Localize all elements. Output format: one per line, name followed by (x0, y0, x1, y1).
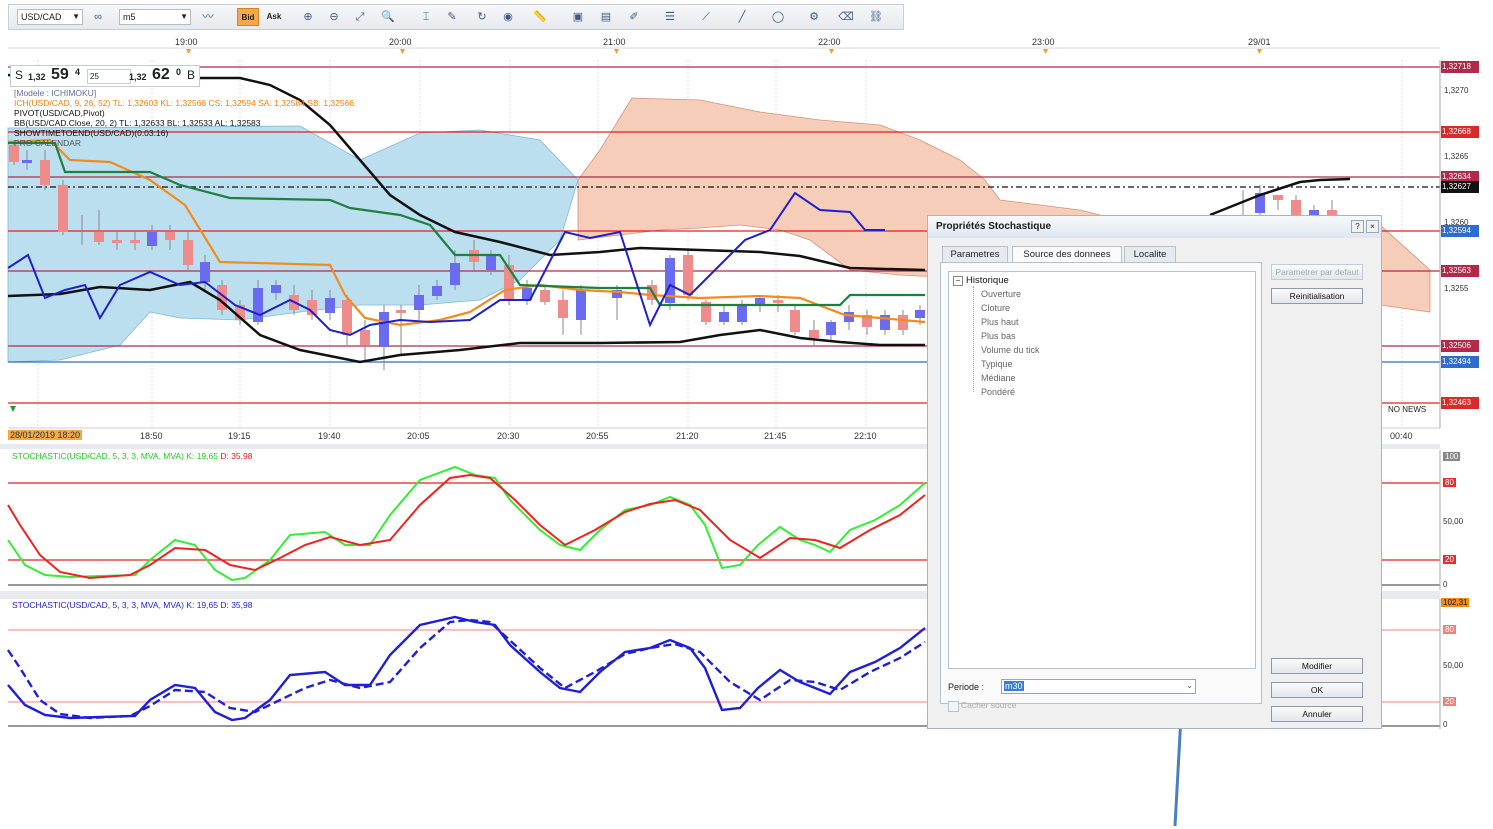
hide-source-label: Cacher source (961, 700, 1017, 710)
tree-item[interactable]: Typique (981, 359, 1013, 369)
cancel-button[interactable]: Annuler (1271, 706, 1363, 722)
time-label: 21:20 (676, 431, 699, 441)
tree-item[interactable]: Plus bas (981, 331, 1016, 341)
sell-label: S (15, 68, 24, 82)
stoch1-d-line (7, 473, 926, 580)
stoch1-d: D: 35,98 (220, 451, 253, 461)
hide-source-checkbox[interactable] (948, 701, 959, 712)
time-label: 19:15 (228, 431, 251, 441)
stoch1-axis: 20 (1443, 555, 1456, 564)
legend-pivot[interactable]: PIVOT(USD/CAD,Pivot) (14, 108, 354, 118)
stoch2-k: K: 19,65 (186, 600, 218, 610)
time-label-top: 21:00 (603, 37, 626, 47)
tree-item[interactable]: Plus haut (981, 317, 1019, 327)
price-label: 1,3265 (1444, 152, 1469, 161)
current-date-label: 28/01/2019 18:20 (8, 430, 83, 440)
legend-model: [Modele : ICHIMOKU] (14, 88, 97, 98)
indicator-legend: [Modele : ICHIMOKU] ICH(USD/CAD, 9, 26, … (14, 88, 354, 148)
marker-green-icon (10, 406, 16, 412)
help-icon[interactable]: ? (1351, 220, 1364, 233)
time-label-top: 19:00 (175, 37, 198, 47)
price-tag: 1,32627 (1441, 181, 1479, 193)
tree-item[interactable]: Médiane (981, 373, 1016, 383)
price-label: 1,3270 (1444, 86, 1469, 95)
no-news-label: NO NEWS (1388, 405, 1427, 414)
buy-prefix: 1,32 (129, 72, 147, 82)
stoch1-k: K: 19,65 (186, 451, 218, 461)
stoch2-name: STOCHASTIC(USD/CAD, 5, 3, 3, MVA, MVA) (12, 600, 184, 610)
stoch1-axis: 80 (1443, 478, 1456, 487)
close-icon[interactable]: × (1366, 220, 1379, 233)
buy-big[interactable]: 62 (152, 66, 170, 84)
time-label: 18:50 (140, 431, 163, 441)
stoch2-axis: 80 (1443, 625, 1456, 634)
time-label-top: 23:00 (1032, 37, 1055, 47)
tree-guide (973, 286, 975, 392)
price-tag: 1,32506 (1441, 340, 1479, 352)
chevron-down-icon: ⌄ (1186, 681, 1193, 690)
stoch2-axis: 50,00 (1443, 661, 1464, 670)
buy-sup: 0 (176, 67, 182, 77)
time-label: 21:45 (764, 431, 787, 441)
sell-prefix: 1,32 (28, 72, 46, 82)
source-tree[interactable]: − Historique Ouverture Cloture Plus haut… (948, 271, 1256, 669)
tab-parametres[interactable]: Parametres (942, 246, 1008, 262)
price-label: 1,3255 (1444, 284, 1469, 293)
stoch2-legend[interactable]: STOCHASTIC(USD/CAD, 5, 3, 3, MVA, MVA) K… (12, 600, 252, 610)
stoch1-axis: 0 (1443, 580, 1448, 589)
reset-button[interactable]: Reinitialisation (1271, 288, 1363, 304)
quote-box[interactable]: S 1,32 59 4 25 1,32 62 0 B (10, 65, 200, 87)
legend-pro-calendar[interactable]: PRO CALENDAR (14, 138, 354, 148)
stoch1-axis: 100 (1443, 452, 1461, 461)
spread-field[interactable]: 25 (87, 69, 131, 84)
stoch2-d: D: 35,98 (220, 600, 253, 610)
price-tag: 1,32563 (1441, 265, 1479, 277)
tree-root-historique[interactable]: Historique (966, 275, 1009, 286)
time-label-top: 22:00 (818, 37, 841, 47)
tab-source-des-donnees[interactable]: Source des donnees (1012, 246, 1122, 263)
stochastic-properties-dialog: Propriétés Stochastique ? × Parametres S… (927, 215, 1382, 729)
legend-bollinger[interactable]: BB(USD/CAD.Close, 20, 2) TL: 1,32633 BL:… (14, 118, 354, 128)
tree-item[interactable]: Cloture (981, 303, 1010, 313)
stoch1-legend[interactable]: STOCHASTIC(USD/CAD, 5, 3, 3, MVA, MVA) K… (12, 451, 252, 461)
legend-showtime[interactable]: SHOWTIMETOEND(USD/CAD)(0:03:16) (14, 128, 354, 138)
stoch2-axis: 20 (1443, 697, 1456, 706)
time-label: 20:55 (586, 431, 609, 441)
default-settings-button[interactable]: Parametrer par defaut (1271, 264, 1363, 280)
periode-select[interactable]: m30 ⌄ (1001, 679, 1196, 694)
price-tag: 1,32463 (1441, 397, 1479, 409)
time-label: 00:40 (1390, 431, 1413, 441)
price-tag: 1,32494 (1441, 356, 1479, 368)
dialog-title[interactable]: Propriétés Stochastique (928, 216, 1381, 238)
periode-value: m30 (1004, 681, 1024, 691)
price-tag: 1,32718 (1441, 61, 1479, 73)
sell-big[interactable]: 59 (51, 66, 69, 84)
time-label: 20:30 (497, 431, 520, 441)
ok-button[interactable]: OK (1271, 682, 1363, 698)
stoch1-k-line (7, 465, 926, 582)
legend-ichimoku[interactable]: ICH(USD/CAD, 9, 26, 52) TL: 1,32603 KL: … (14, 98, 354, 108)
tab-localite[interactable]: Localite (1124, 246, 1176, 262)
price-tag: 1,32668 (1441, 126, 1479, 138)
stoch1-name: STOCHASTIC(USD/CAD, 5, 3, 3, MVA, MVA) (12, 451, 184, 461)
price-tag: 1,32594 (1441, 225, 1479, 237)
time-label: 20:05 (407, 431, 430, 441)
session-markers (186, 49, 1262, 54)
tree-item[interactable]: Pondéré (981, 387, 1015, 397)
time-label-top: 20:00 (389, 37, 412, 47)
sell-sup: 4 (75, 67, 81, 77)
buy-label: B (187, 68, 196, 82)
time-label-top: 29/01 (1248, 37, 1271, 47)
periode-label: Periode : (948, 682, 985, 692)
time-label: 22:10 (854, 431, 877, 441)
stoch2-tag: 102,31 (1441, 598, 1470, 607)
time-label: 19:40 (318, 431, 341, 441)
stoch2-axis: 0 (1443, 720, 1448, 729)
stoch2-k-line (7, 615, 926, 722)
tree-item[interactable]: Volume du tick (981, 345, 1040, 355)
collapse-icon[interactable]: − (953, 276, 963, 286)
stoch1-axis: 50,00 (1443, 517, 1464, 526)
modify-button[interactable]: Modifier (1271, 658, 1363, 674)
tree-item[interactable]: Ouverture (981, 289, 1021, 299)
